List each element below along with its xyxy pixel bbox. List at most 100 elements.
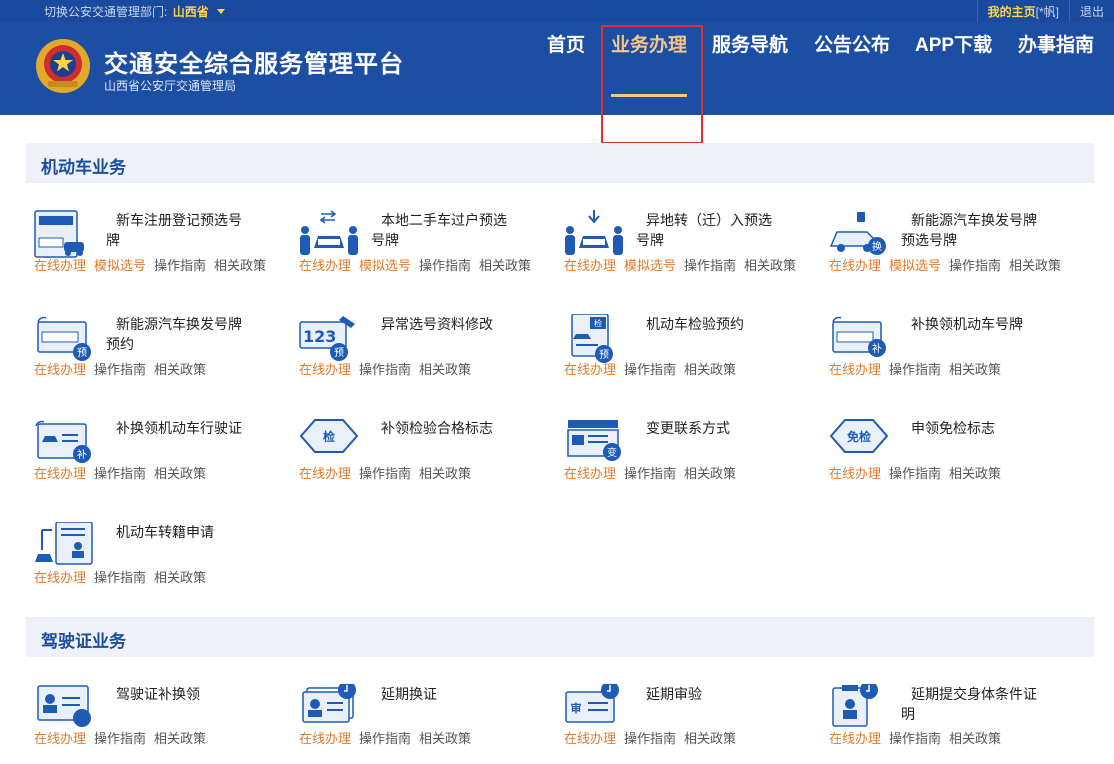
new-plate-icon[interactable] [34, 210, 94, 260]
online-handle-link[interactable]: 在线办理 [34, 258, 86, 273]
plate-reissue-icon[interactable]: 补 [829, 314, 889, 364]
exempt-badge-icon[interactable]: 免检 [829, 418, 889, 468]
online-handle-link[interactable]: 在线办理 [829, 258, 881, 273]
guide-link[interactable]: 操作指南 [359, 466, 411, 481]
service-name[interactable]: 新车注册登记预选号牌 [106, 210, 246, 250]
guide-link[interactable]: 操作指南 [154, 258, 206, 273]
guide-link[interactable]: 操作指南 [889, 466, 941, 481]
nav-app-download[interactable]: APP下载 [915, 30, 992, 57]
license-reissue-icon[interactable]: 补 [34, 418, 94, 468]
policy-link[interactable]: 相关政策 [214, 258, 266, 273]
guide-link[interactable]: 操作指南 [624, 362, 676, 377]
policy-link[interactable]: 相关政策 [154, 570, 206, 585]
service-name[interactable]: 补换领机动车行驶证 [106, 418, 246, 438]
relocate-car-icon[interactable] [564, 210, 624, 260]
logout-link[interactable]: 退出 [1068, 0, 1114, 22]
online-handle-link[interactable]: 在线办理 [829, 731, 881, 746]
policy-link[interactable]: 相关政策 [419, 466, 471, 481]
policy-link[interactable]: 相关政策 [949, 466, 1001, 481]
policy-link[interactable]: 相关政策 [154, 731, 206, 746]
guide-link[interactable]: 操作指南 [624, 731, 676, 746]
guide-link[interactable]: 操作指南 [94, 362, 146, 377]
policy-link[interactable]: 相关政策 [154, 362, 206, 377]
guide-link[interactable]: 操作指南 [419, 258, 471, 273]
ev-car-icon[interactable]: 换 [829, 210, 889, 260]
service-name[interactable]: 延期换证 [371, 684, 511, 704]
policy-link[interactable]: 相关政策 [1009, 258, 1061, 273]
service-name[interactable]: 新能源汽车换发号牌预约 [106, 314, 246, 354]
guide-link[interactable]: 操作指南 [624, 466, 676, 481]
nav-home[interactable]: 首页 [547, 30, 585, 57]
simulate-select-link[interactable]: 模拟选号 [359, 258, 411, 273]
contact-change-icon[interactable]: 变 [564, 418, 624, 468]
policy-link[interactable]: 相关政策 [479, 258, 531, 273]
policy-link[interactable]: 相关政策 [744, 258, 796, 273]
service-name[interactable]: 驾驶证补换领 [106, 684, 246, 704]
caret-down-icon[interactable] [217, 9, 226, 14]
service-name[interactable]: 变更联系方式 [636, 418, 776, 438]
policy-link[interactable]: 相关政策 [419, 731, 471, 746]
service-name[interactable]: 申领免检标志 [901, 418, 1041, 438]
online-handle-link[interactable]: 在线办理 [564, 731, 616, 746]
svg-text:审: 审 [571, 701, 582, 715]
health-cert-delay-icon[interactable] [829, 684, 889, 734]
nav-handling-guide[interactable]: 办事指南 [1018, 30, 1094, 57]
inspection-reserve-icon[interactable]: 检 预 [564, 314, 624, 364]
service-name[interactable]: 补领检验合格标志 [371, 418, 511, 438]
simulate-select-link[interactable]: 模拟选号 [94, 258, 146, 273]
audit-delay-icon[interactable]: 审 [564, 684, 624, 734]
online-handle-link[interactable]: 在线办理 [299, 362, 351, 377]
policy-link[interactable]: 相关政策 [684, 466, 736, 481]
province-select[interactable]: 山西省 [173, 5, 209, 19]
online-handle-link[interactable]: 在线办理 [34, 466, 86, 481]
policy-link[interactable]: 相关政策 [419, 362, 471, 377]
ev-plate-reserve-icon[interactable]: 预 [34, 314, 94, 364]
registry-transfer-icon[interactable] [34, 522, 94, 572]
service-name[interactable]: 本地二手车过户预选号牌 [371, 210, 511, 250]
guide-link[interactable]: 操作指南 [889, 731, 941, 746]
number-edit-icon[interactable]: 123 预 [299, 314, 359, 364]
policy-link[interactable]: 相关政策 [949, 362, 1001, 377]
driver-license-reissue-icon[interactable] [34, 684, 94, 734]
simulate-select-link[interactable]: 模拟选号 [889, 258, 941, 273]
renewal-delay-icon[interactable] [299, 684, 359, 734]
service-name[interactable]: 补换领机动车号牌 [901, 314, 1041, 334]
guide-link[interactable]: 操作指南 [359, 362, 411, 377]
policy-link[interactable]: 相关政策 [949, 731, 1001, 746]
department-switcher[interactable]: 切换公安交通管理部门: 山西省 [44, 3, 226, 20]
transfer-people-icon[interactable] [299, 210, 359, 260]
online-handle-link[interactable]: 在线办理 [299, 466, 351, 481]
service-name[interactable]: 异地转（迁）入预选号牌 [636, 210, 776, 250]
online-handle-link[interactable]: 在线办理 [34, 362, 86, 377]
service-name[interactable]: 新能源汽车换发号牌预选号牌 [901, 210, 1041, 250]
guide-link[interactable]: 操作指南 [949, 258, 1001, 273]
simulate-select-link[interactable]: 模拟选号 [624, 258, 676, 273]
service-name[interactable]: 机动车转籍申请 [106, 522, 246, 542]
online-handle-link[interactable]: 在线办理 [564, 466, 616, 481]
online-handle-link[interactable]: 在线办理 [34, 731, 86, 746]
guide-link[interactable]: 操作指南 [889, 362, 941, 377]
guide-link[interactable]: 操作指南 [359, 731, 411, 746]
policy-link[interactable]: 相关政策 [684, 362, 736, 377]
service-name[interactable]: 延期审验 [636, 684, 776, 704]
online-handle-link[interactable]: 在线办理 [564, 362, 616, 377]
nav-service-guide[interactable]: 服务导航 [712, 30, 788, 57]
online-handle-link[interactable]: 在线办理 [299, 731, 351, 746]
guide-link[interactable]: 操作指南 [94, 570, 146, 585]
online-handle-link[interactable]: 在线办理 [299, 258, 351, 273]
service-name[interactable]: 延期提交身体条件证明 [901, 684, 1041, 724]
inspection-badge-icon[interactable]: 检 [299, 418, 359, 468]
online-handle-link[interactable]: 在线办理 [564, 258, 616, 273]
my-home-link[interactable]: 我的主页[*帆] [976, 0, 1069, 22]
guide-link[interactable]: 操作指南 [684, 258, 736, 273]
online-handle-link[interactable]: 在线办理 [829, 466, 881, 481]
online-handle-link[interactable]: 在线办理 [34, 570, 86, 585]
service-name[interactable]: 机动车检验预约 [636, 314, 776, 334]
policy-link[interactable]: 相关政策 [684, 731, 736, 746]
online-handle-link[interactable]: 在线办理 [829, 362, 881, 377]
policy-link[interactable]: 相关政策 [154, 466, 206, 481]
service-name[interactable]: 异常选号资料修改 [371, 314, 511, 334]
guide-link[interactable]: 操作指南 [94, 731, 146, 746]
guide-link[interactable]: 操作指南 [94, 466, 146, 481]
nav-announcements[interactable]: 公告公布 [814, 30, 890, 57]
